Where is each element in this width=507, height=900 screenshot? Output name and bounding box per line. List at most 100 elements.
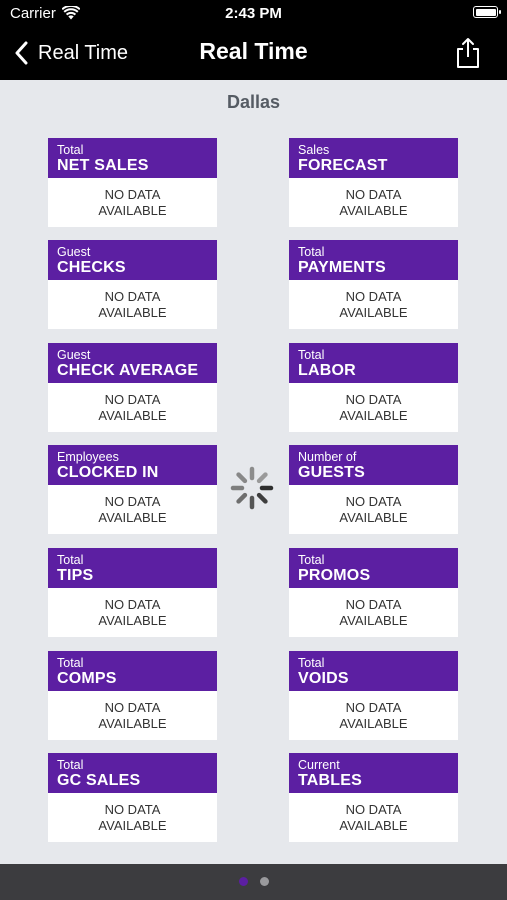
no-data-line1: NO DATA [345, 288, 402, 304]
back-label: Real Time [38, 41, 129, 64]
card-header: Total LABOR [289, 343, 458, 383]
card-value: NO DATA AVAILABLE [48, 178, 217, 227]
loading-spinner-icon [230, 466, 274, 510]
card-title: COMPS [57, 670, 117, 687]
card-header: Guest CHECKS [48, 240, 217, 280]
card-total-comps[interactable]: Total COMPS NO DATA AVAILABLE [48, 651, 217, 740]
card-check-average[interactable]: Guest CHECK AVERAGE NO DATA AVAILABLE [48, 343, 217, 432]
status-time: 2:43 PM [225, 5, 282, 22]
card-value: NO DATA AVAILABLE [48, 793, 217, 842]
card-title: PAYMENTS [298, 259, 386, 276]
card-value: NO DATA AVAILABLE [48, 383, 217, 432]
card-total-voids[interactable]: Total VOIDS NO DATA AVAILABLE [289, 651, 458, 740]
card-total-tips[interactable]: Total TIPS NO DATA AVAILABLE [48, 548, 217, 637]
card-value: NO DATA AVAILABLE [48, 691, 217, 740]
card-total-labor[interactable]: Total LABOR NO DATA AVAILABLE [289, 343, 458, 432]
card-subtitle: Current [298, 758, 340, 772]
card-header: Total PAYMENTS [289, 240, 458, 280]
navigation-bar: Real Time Real Time [0, 28, 507, 80]
card-current-tables[interactable]: Current TABLES NO DATA AVAILABLE [289, 753, 458, 842]
card-subtitle: Total [298, 348, 325, 362]
no-data-line2: AVAILABLE [339, 817, 408, 833]
no-data-line2: AVAILABLE [98, 715, 167, 731]
card-net-sales[interactable]: Total NET SALES NO DATA AVAILABLE [48, 138, 217, 227]
location-title: Dallas [226, 92, 281, 112]
no-data-line2: AVAILABLE [339, 715, 408, 731]
card-subtitle: Number of [298, 450, 357, 464]
card-header: Total GC SALES [48, 753, 217, 793]
no-data-line1: NO DATA [345, 699, 402, 715]
card-header: Total VOIDS [289, 651, 458, 691]
no-data-line2: AVAILABLE [339, 407, 408, 423]
card-header: Employees CLOCKED IN [48, 445, 217, 485]
page-dot-active[interactable] [239, 877, 248, 886]
no-data-line1: NO DATA [345, 391, 402, 407]
no-data-line2: AVAILABLE [339, 509, 408, 525]
no-data-line1: NO DATA [104, 801, 161, 817]
card-title: CHECK AVERAGE [57, 362, 199, 379]
card-subtitle: Total [57, 553, 84, 567]
back-button[interactable]: Real Time [14, 38, 128, 68]
no-data-line2: AVAILABLE [98, 509, 167, 525]
card-gc-sales[interactable]: Total GC SALES NO DATA AVAILABLE [48, 753, 217, 842]
no-data-line1: NO DATA [345, 493, 402, 509]
no-data-line1: NO DATA [104, 186, 161, 202]
card-value: NO DATA AVAILABLE [289, 588, 458, 637]
card-total-promos[interactable]: Total PROMOS NO DATA AVAILABLE [289, 548, 458, 637]
no-data-line2: AVAILABLE [98, 407, 167, 423]
card-subtitle: Total [57, 758, 84, 772]
card-title: GUESTS [298, 464, 365, 481]
no-data-line1: NO DATA [104, 391, 161, 407]
no-data-line2: AVAILABLE [98, 817, 167, 833]
card-subtitle: Guest [57, 245, 91, 259]
card-value: NO DATA AVAILABLE [289, 383, 458, 432]
card-value: NO DATA AVAILABLE [289, 691, 458, 740]
card-header: Sales FORECAST [289, 138, 458, 178]
card-subtitle: Total [57, 656, 84, 670]
card-header: Total COMPS [48, 651, 217, 691]
card-title: CLOCKED IN [57, 464, 159, 481]
no-data-line1: NO DATA [104, 699, 161, 715]
card-value: NO DATA AVAILABLE [48, 485, 217, 534]
card-value: NO DATA AVAILABLE [289, 485, 458, 534]
no-data-line2: AVAILABLE [98, 612, 167, 628]
card-title: TABLES [298, 772, 363, 789]
card-title: TIPS [57, 567, 94, 584]
card-subtitle: Total [298, 656, 325, 670]
card-title: LABOR [298, 362, 356, 379]
card-guest-checks[interactable]: Guest CHECKS NO DATA AVAILABLE [48, 240, 217, 329]
card-subtitle: Guest [57, 348, 91, 362]
no-data-line2: AVAILABLE [339, 202, 408, 218]
card-subtitle: Sales [298, 143, 330, 157]
card-title: FORECAST [298, 157, 388, 174]
no-data-line2: AVAILABLE [339, 612, 408, 628]
no-data-line2: AVAILABLE [339, 304, 408, 320]
card-title: PROMOS [298, 567, 371, 584]
no-data-line1: NO DATA [104, 493, 161, 509]
card-guests[interactable]: Number of GUESTS NO DATA AVAILABLE [289, 445, 458, 534]
card-header: Total NET SALES [48, 138, 217, 178]
no-data-line1: NO DATA [104, 596, 161, 612]
share-icon[interactable] [455, 37, 481, 69]
card-header: Guest CHECK AVERAGE [48, 343, 217, 383]
status-bar: Carrier 2:43 PM [0, 0, 507, 28]
card-header: Number of GUESTS [289, 445, 458, 485]
card-title: CHECKS [57, 259, 126, 276]
card-value: NO DATA AVAILABLE [48, 280, 217, 329]
no-data-line1: NO DATA [345, 596, 402, 612]
card-clocked-in[interactable]: Employees CLOCKED IN NO DATA AVAILABLE [48, 445, 217, 534]
no-data-line1: NO DATA [345, 186, 402, 202]
card-value: NO DATA AVAILABLE [289, 178, 458, 227]
card-subtitle: Total [298, 245, 325, 259]
no-data-line2: AVAILABLE [98, 202, 167, 218]
card-title: VOIDS [298, 670, 349, 687]
page-dot[interactable] [260, 877, 269, 886]
card-header: Total PROMOS [289, 548, 458, 588]
card-title: GC SALES [57, 772, 141, 789]
card-total-payments[interactable]: Total PAYMENTS NO DATA AVAILABLE [289, 240, 458, 329]
card-sales-forecast[interactable]: Sales FORECAST NO DATA AVAILABLE [289, 138, 458, 227]
card-value: NO DATA AVAILABLE [48, 588, 217, 637]
card-value: NO DATA AVAILABLE [289, 280, 458, 329]
card-subtitle: Total [57, 143, 84, 157]
page-indicator-bar [0, 864, 507, 900]
